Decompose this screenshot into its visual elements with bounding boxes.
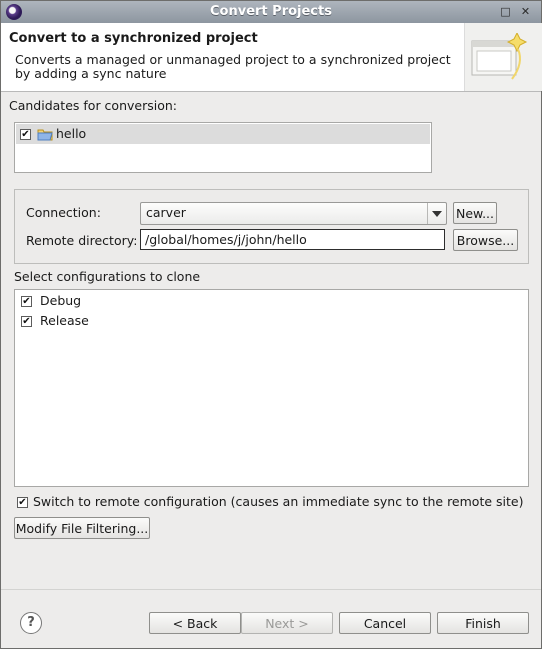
folder-icon: [37, 127, 53, 144]
maximize-icon[interactable]: □: [499, 5, 512, 18]
wizard-title: Convert to a synchronized project: [9, 31, 258, 46]
browse-button[interactable]: Browse...: [453, 229, 518, 251]
next-button[interactable]: Next >: [241, 612, 333, 634]
sync-wizard-icon: [464, 23, 542, 91]
debug-label: Debug: [40, 293, 82, 308]
modify-file-filtering-button[interactable]: Modify File Filtering...: [14, 517, 150, 539]
finish-button[interactable]: Finish: [437, 612, 529, 634]
help-icon[interactable]: ?: [20, 612, 42, 634]
connection-combo[interactable]: carver: [140, 202, 447, 225]
release-checkbox[interactable]: ✔: [21, 316, 32, 327]
candidates-label: Candidates for conversion:: [9, 98, 177, 113]
close-icon[interactable]: ✕: [519, 5, 532, 18]
wizard-header: Convert to a synchronized project Conver…: [1, 23, 542, 92]
cancel-button[interactable]: Cancel: [339, 612, 431, 634]
convert-projects-dialog: Convert Projects □ ✕ Convert to a synchr…: [0, 0, 542, 649]
candidate-label: hello: [56, 126, 87, 141]
release-label: Release: [40, 313, 89, 328]
candidate-checkbox[interactable]: ✔: [20, 129, 31, 140]
remote-directory-input[interactable]: /global/homes/j/john/hello: [140, 229, 445, 250]
configurations-label: Select configurations to clone: [14, 269, 201, 284]
title-bar: Convert Projects □ ✕: [1, 1, 541, 23]
remote-directory-value: /global/homes/j/john/hello: [145, 232, 307, 247]
window-title: Convert Projects: [210, 4, 332, 19]
new-connection-button[interactable]: New...: [453, 202, 497, 224]
wizard-description: Converts a managed or unmanaged project …: [15, 52, 451, 81]
debug-checkbox[interactable]: ✔: [21, 296, 32, 307]
connection-group: Connection: carver New... Remote directo…: [14, 189, 529, 264]
connection-value: carver: [146, 205, 186, 220]
remote-directory-label: Remote directory:: [26, 233, 138, 248]
configurations-list[interactable]: ✔ Debug ✔ Release: [14, 289, 529, 487]
switch-remote-checkbox[interactable]: ✔: [17, 497, 28, 508]
list-item[interactable]: ✔ Release: [15, 312, 315, 330]
candidates-list[interactable]: ✔ hello: [14, 122, 432, 173]
footer-separator: [1, 589, 541, 590]
switch-remote-label: Switch to remote configuration (causes a…: [33, 494, 524, 509]
back-button[interactable]: < Back: [149, 612, 241, 634]
chevron-down-icon[interactable]: [427, 203, 446, 224]
list-item[interactable]: ✔ hello: [16, 124, 430, 144]
connection-label: Connection:: [26, 205, 101, 220]
list-item[interactable]: ✔ Debug: [15, 292, 315, 310]
